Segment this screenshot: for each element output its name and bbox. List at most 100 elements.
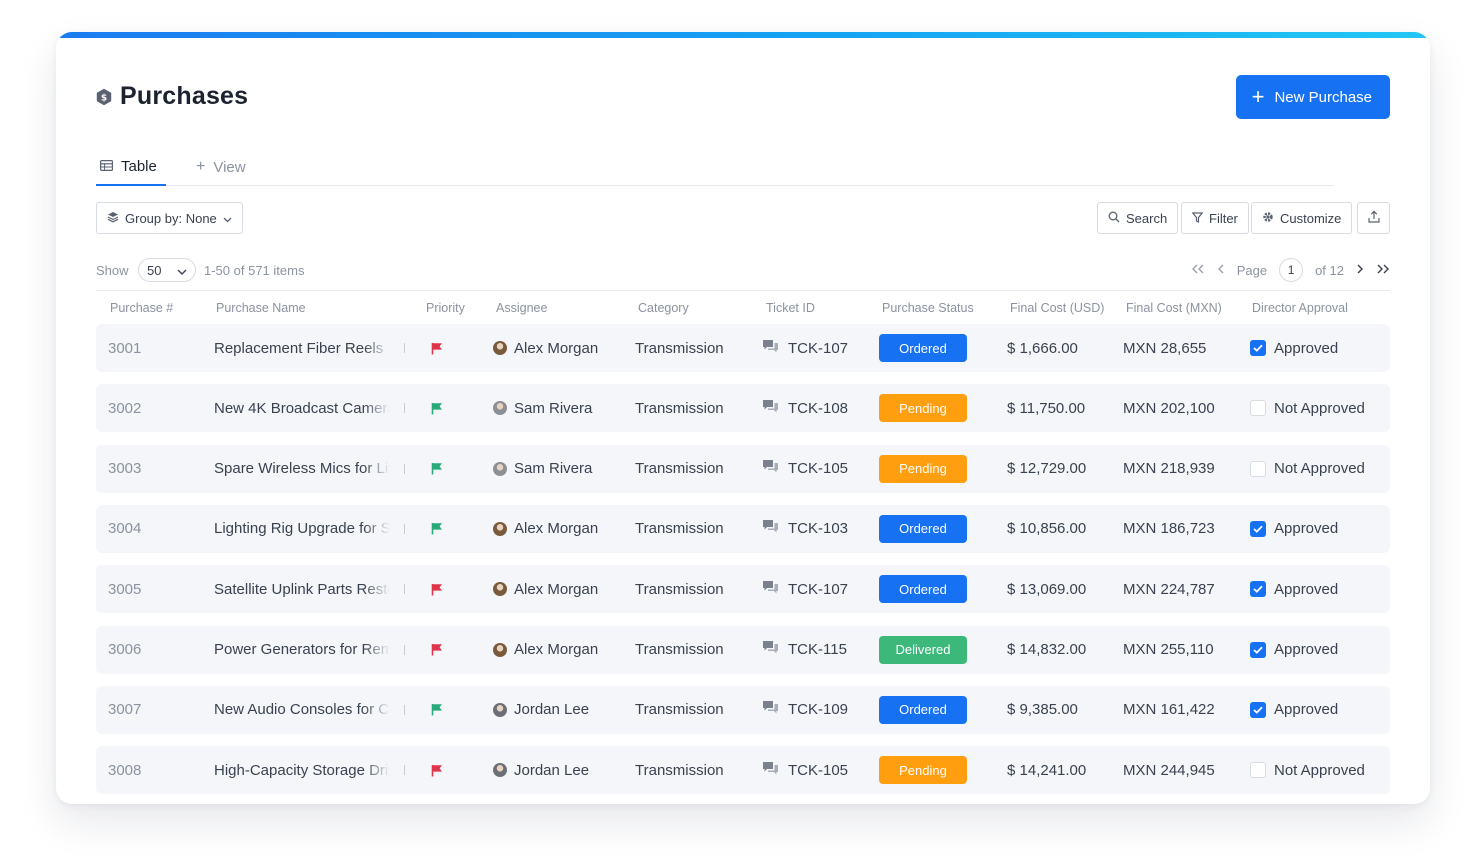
purchase-status[interactable]: Ordered <box>879 686 967 734</box>
purchase-status[interactable]: Pending <box>879 746 967 794</box>
table-row[interactable]: 3001 Replacement Fiber Reels Alex Morgan Tr… <box>96 324 1390 372</box>
approval-checkbox[interactable] <box>1250 581 1266 598</box>
column-resize-handle[interactable] <box>404 445 405 493</box>
next-page-icon[interactable] <box>1356 261 1364 279</box>
approval-checkbox[interactable] <box>1250 701 1266 718</box>
column-resize-handle[interactable] <box>404 746 405 794</box>
assignee[interactable]: Sam Rivera <box>493 445 592 493</box>
ticket-id: TCK-107 <box>788 339 849 357</box>
column-resize-handle[interactable] <box>404 324 405 372</box>
priority-flag-icon[interactable] <box>431 505 443 553</box>
purchase-name[interactable]: Satellite Uplink Parts Restock <box>214 565 390 614</box>
column-header-number[interactable]: Purchase # <box>110 301 173 315</box>
column-resize-handle[interactable] <box>404 686 405 734</box>
table-row[interactable]: 3006 Power Generators for Remote Alex Morg… <box>96 625 1390 674</box>
priority-flag-icon[interactable] <box>431 626 443 674</box>
director-approval[interactable]: Approved <box>1250 505 1338 553</box>
purchase-name[interactable]: Power Generators for Remote <box>214 625 390 674</box>
director-approval[interactable]: Not Approved <box>1250 445 1365 493</box>
purchase-status[interactable]: Pending <box>879 384 967 432</box>
new-purchase-button[interactable]: + New Purchase <box>1235 75 1390 119</box>
column-header-assignee[interactable]: Assignee <box>496 301 547 315</box>
priority-flag-icon[interactable] <box>431 686 443 734</box>
assignee[interactable]: Alex Morgan <box>493 565 598 613</box>
purchase-name[interactable]: Spare Wireless Mics for Live <box>214 444 390 493</box>
assignee[interactable]: Jordan Lee <box>493 686 589 734</box>
approval-checkbox[interactable] <box>1250 641 1266 658</box>
column-header-usd[interactable]: Final Cost (USD) <box>1010 301 1104 315</box>
approval-checkbox[interactable] <box>1250 460 1266 477</box>
export-button[interactable] <box>1357 202 1390 234</box>
previous-page-icon[interactable] <box>1217 261 1225 279</box>
purchase-status[interactable]: Ordered <box>879 324 967 372</box>
purchase-name[interactable]: High-Capacity Storage Drives <box>214 746 390 795</box>
purchase-status[interactable]: Pending <box>879 445 967 493</box>
last-page-icon[interactable] <box>1376 261 1390 279</box>
column-resize-handle[interactable] <box>404 384 405 432</box>
ticket-id: TCK-115 <box>788 641 847 658</box>
column-header-category[interactable]: Category <box>638 301 689 315</box>
ticket-link[interactable]: TCK-108 <box>762 384 848 432</box>
director-approval[interactable]: Approved <box>1250 626 1338 674</box>
assignee[interactable]: Jordan Lee <box>493 746 589 794</box>
director-approval[interactable]: Approved <box>1250 686 1338 734</box>
purchase-name[interactable]: Lighting Rig Upgrade for Studio <box>214 504 390 553</box>
ticket-link[interactable]: TCK-115 <box>762 626 847 674</box>
priority-flag-icon[interactable] <box>431 445 443 493</box>
ticket-id: TCK-108 <box>788 399 849 417</box>
ticket-link[interactable]: TCK-109 <box>762 686 848 734</box>
customize-button[interactable]: Customize <box>1251 202 1353 234</box>
table-row[interactable]: 3004 Lighting Rig Upgrade for Studio Alex … <box>96 504 1390 553</box>
assignee[interactable]: Alex Morgan <box>493 324 598 372</box>
column-resize-handle[interactable] <box>404 626 405 674</box>
director-approval[interactable]: Approved <box>1250 565 1338 613</box>
column-header-status[interactable]: Purchase Status <box>882 301 974 315</box>
column-header-priority[interactable]: Priority <box>426 301 465 315</box>
director-approval[interactable]: Not Approved <box>1250 746 1365 794</box>
tab-table[interactable]: Table <box>100 158 157 175</box>
priority-flag-icon[interactable] <box>431 565 443 613</box>
table-row[interactable]: 3008 High-Capacity Storage Drives Jordan L… <box>96 746 1390 795</box>
filter-button[interactable]: Filter <box>1181 202 1249 234</box>
table-row[interactable]: 3005 Satellite Uplink Parts Restock Alex M… <box>96 565 1390 614</box>
director-approval[interactable]: Approved <box>1250 324 1338 372</box>
approval-checkbox[interactable] <box>1250 400 1266 417</box>
page-size-select[interactable]: 50 <box>138 258 196 282</box>
assignee[interactable]: Alex Morgan <box>493 626 598 674</box>
purchase-name[interactable]: Replacement Fiber Reels <box>214 324 390 372</box>
purchase-status[interactable]: Ordered <box>879 565 967 613</box>
table-row[interactable]: 3002 New 4K Broadcast Cameras Sam Rivera Tr… <box>96 384 1390 433</box>
first-page-icon[interactable] <box>1191 261 1205 279</box>
purchase-name[interactable]: New 4K Broadcast Cameras <box>214 384 390 433</box>
priority-flag-icon[interactable] <box>431 384 443 432</box>
column-resize-handle[interactable] <box>404 565 405 613</box>
purchase-status[interactable]: Ordered <box>879 505 967 553</box>
table-row[interactable]: 3003 Spare Wireless Mics for Live Sam Rive… <box>96 444 1390 493</box>
column-resize-handle[interactable] <box>404 505 405 553</box>
assignee[interactable]: Sam Rivera <box>493 384 592 432</box>
purchase-name[interactable]: New Audio Consoles for Control <box>214 685 390 734</box>
approval-checkbox[interactable] <box>1250 520 1266 537</box>
group-by-dropdown[interactable]: Group by: None <box>96 202 243 234</box>
table-row[interactable]: 3007 New Audio Consoles for Control Jordan… <box>96 685 1390 734</box>
purchase-status[interactable]: Delivered <box>879 626 967 674</box>
director-approval[interactable]: Not Approved <box>1250 384 1365 432</box>
add-view-tab[interactable]: + View <box>196 158 246 176</box>
ticket-link[interactable]: TCK-107 <box>762 324 848 372</box>
priority-flag-icon[interactable] <box>431 324 443 372</box>
assignee[interactable]: Alex Morgan <box>493 505 598 553</box>
page-number-input[interactable]: 1 <box>1279 258 1304 282</box>
ticket-link[interactable]: TCK-107 <box>762 565 848 613</box>
final-cost-mxn: MXN 186,723 <box>1123 520 1215 538</box>
ticket-link[interactable]: TCK-105 <box>762 746 848 794</box>
column-header-ticket[interactable]: Ticket ID <box>766 301 815 315</box>
column-header-name[interactable]: Purchase Name <box>216 301 306 315</box>
priority-flag-icon[interactable] <box>431 746 443 794</box>
column-header-mxn[interactable]: Final Cost (MXN) <box>1126 301 1222 315</box>
search-button[interactable]: Search <box>1097 202 1179 234</box>
ticket-link[interactable]: TCK-103 <box>762 505 848 553</box>
column-header-approval[interactable]: Director Approval <box>1252 301 1348 315</box>
approval-checkbox[interactable] <box>1250 340 1266 356</box>
approval-checkbox[interactable] <box>1250 762 1266 779</box>
ticket-link[interactable]: TCK-105 <box>762 445 848 493</box>
